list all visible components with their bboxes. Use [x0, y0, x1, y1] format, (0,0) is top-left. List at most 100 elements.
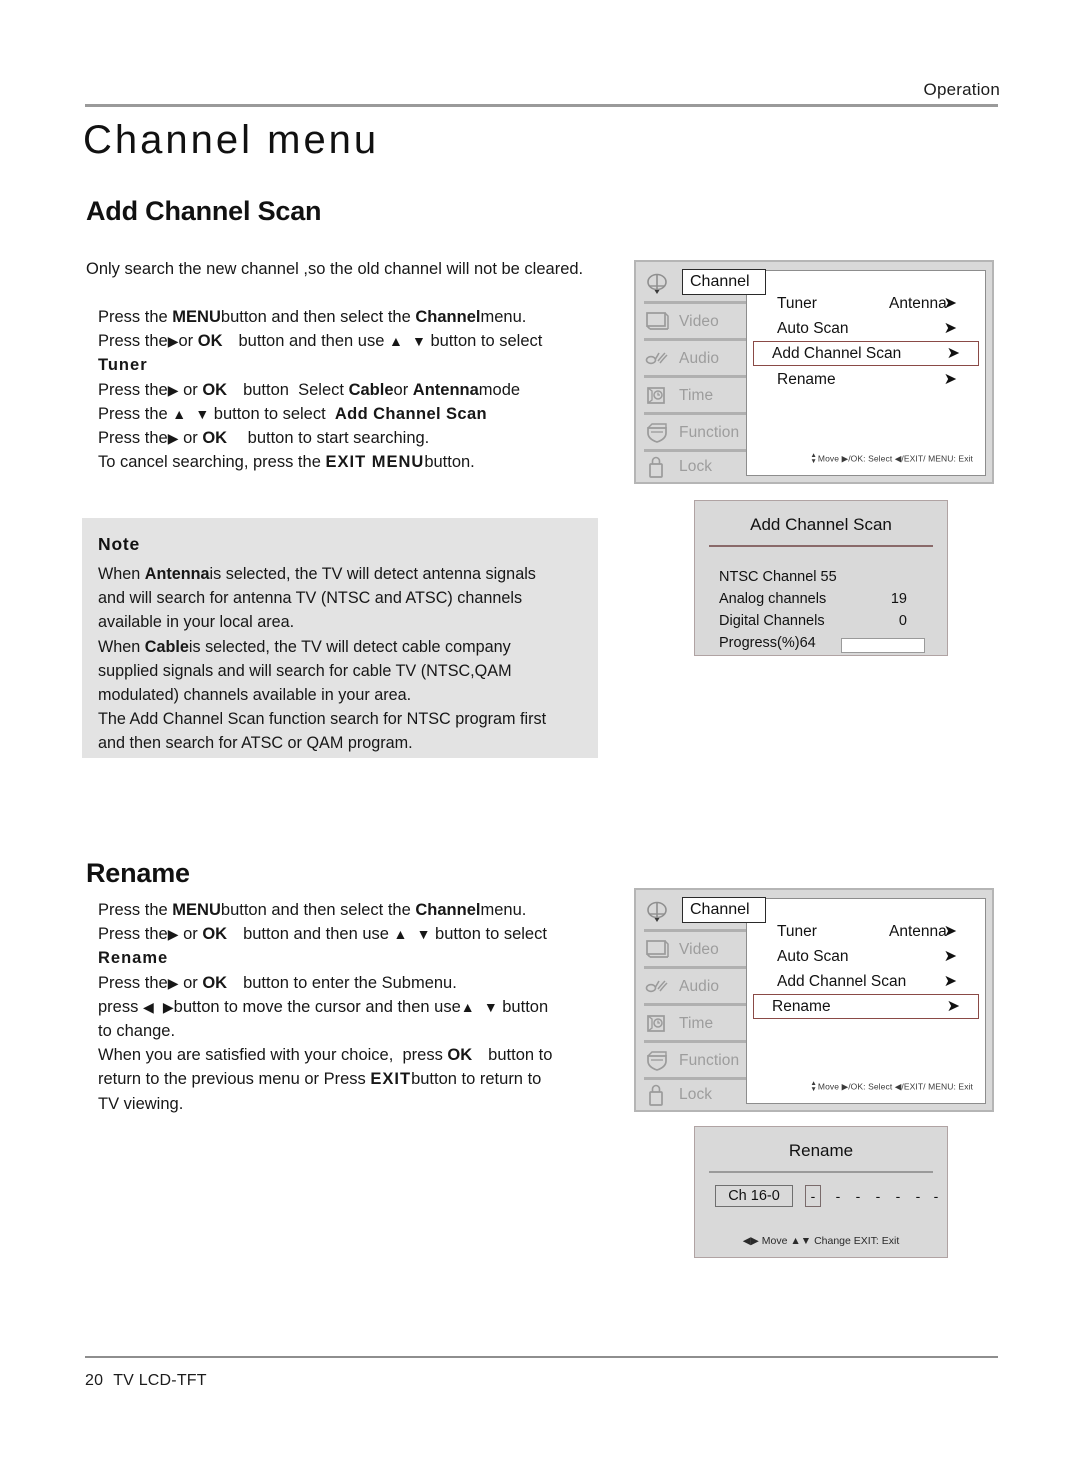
sidebar-item-time[interactable]: Time: [644, 379, 748, 412]
sidebar-item-function[interactable]: Function: [644, 1044, 748, 1077]
sidebar-item-audio[interactable]: Audio: [644, 342, 748, 375]
osd-row-value: Antenna: [889, 922, 947, 940]
monitor-icon: [644, 938, 670, 962]
page-title: Channel menu: [83, 118, 380, 162]
sidebar-label-time: Time: [679, 386, 714, 404]
chevron-right-icon: ➤: [943, 947, 957, 965]
step-line: Press the MENUbutton and then select the…: [98, 901, 527, 919]
rename-steps: Press the MENUbutton and then select the…: [98, 898, 628, 1116]
sidebar-label-function: Function: [679, 423, 740, 441]
sidebar-item-video[interactable]: Video: [644, 305, 748, 338]
function-box-icon: [644, 421, 670, 445]
key-exit-menu: EXIT MENU: [325, 453, 425, 472]
progress-label: Progress(%)64: [719, 635, 816, 651]
rename-char-slot[interactable]: -: [929, 1185, 943, 1207]
sidebar-divider: [644, 966, 746, 969]
osd-menu-screenshot-rename: Video Audio Time Function Lock Channel T…: [634, 888, 994, 1112]
manual-page: Operation Channel menu Add Channel Scan …: [0, 0, 1080, 1464]
chevron-right-icon: ➤: [946, 997, 960, 1015]
step-line: Press the▶ or OK button to start searchi…: [98, 429, 430, 448]
running-header-label: Operation: [923, 80, 1000, 99]
model-name: TV LCD-TFT: [113, 1372, 207, 1389]
sidebar-item-time[interactable]: Time: [644, 1007, 748, 1040]
sidebar-label-channel: Channel: [690, 273, 750, 290]
rename-char-slot[interactable]: -: [911, 1185, 925, 1207]
sidebar-item-video[interactable]: Video: [644, 933, 748, 966]
dialog-row-ntsc-channel: NTSC Channel 55: [719, 569, 929, 591]
rename-char-slot[interactable]: -: [871, 1185, 885, 1207]
osd-row-tuner[interactable]: Tuner Antenna ➤: [759, 919, 975, 944]
mode-cable: Cable: [348, 380, 394, 399]
monitor-icon: [644, 310, 670, 334]
rename-char-slot[interactable]: -: [891, 1185, 905, 1207]
osd-content-pane: Tuner Antenna ➤ Auto Scan ➤ Add Channel …: [746, 270, 986, 476]
sidebar-item-audio[interactable]: Audio: [644, 970, 748, 1003]
sidebar-divider: [644, 412, 746, 415]
osd-row-auto-scan[interactable]: Auto Scan ➤: [759, 944, 975, 969]
mode-antenna: Antenna: [412, 380, 479, 399]
key-ok: OK: [202, 429, 228, 448]
osd-row-rename-selected[interactable]: Rename ➤: [753, 994, 979, 1019]
rename-char-cursor[interactable]: -: [805, 1185, 821, 1207]
footer-divider: [85, 1356, 998, 1358]
sidebar-item-channel-label-box[interactable]: Channel: [682, 269, 766, 295]
page-footer: 20 TV LCD-TFT: [85, 1372, 207, 1390]
sidebar-divider: [644, 375, 746, 378]
osd-row-label: Auto Scan: [777, 947, 849, 965]
note-line: and will search for antenna TV (NTSC and…: [98, 589, 523, 608]
chevron-right-icon: ➤: [943, 972, 957, 990]
dialog-title: Add Channel Scan: [750, 515, 892, 534]
function-box-icon: [644, 1049, 670, 1073]
note-line: The Add Channel Scan function search for…: [98, 710, 547, 729]
step-line: return to the previous menu or Press EXI…: [98, 1070, 542, 1089]
music-note-icon: [644, 975, 670, 999]
key-menu: MENU: [172, 901, 221, 919]
satellite-dish-icon: [644, 273, 670, 297]
step-line: Press the▶or OK button and then use ▲ ▼ b…: [98, 332, 543, 351]
sidebar-item-channel-label-box[interactable]: Channel: [682, 897, 766, 923]
sidebar-item-lock[interactable]: Lock: [644, 450, 748, 483]
osd-row-label: Auto Scan: [777, 319, 849, 337]
step-line: TV viewing.: [98, 1094, 184, 1113]
label-add-channel-scan: Add Channel Scan: [334, 404, 488, 423]
dialog-title-divider: [709, 1171, 933, 1173]
step-line: press ◀ ▶button to move the cursor and t…: [98, 997, 549, 1016]
osd-row-label: Add Channel Scan: [772, 344, 902, 362]
sidebar-divider: [644, 1040, 746, 1043]
sidebar-item-function[interactable]: Function: [644, 416, 748, 449]
rename-dialog-hint: ◀▶ Move ▲▼ Change EXIT: Exit: [742, 1235, 900, 1247]
chevron-right-icon: ➤: [943, 370, 957, 388]
channel-name-field[interactable]: Ch 16-0: [715, 1185, 793, 1207]
term-cable: Cable: [144, 637, 189, 656]
rename-char-slot[interactable]: -: [851, 1185, 865, 1207]
osd-row-add-channel-scan-selected[interactable]: Add Channel Scan ➤: [753, 341, 979, 366]
osd-row-rename[interactable]: Rename ➤: [759, 367, 975, 392]
section-heading-rename: Rename: [86, 858, 190, 888]
osd-hint-bar: ▲ ▼Move ▶/OK: Select ◀/EXIT/ MENU: Exit: [747, 452, 973, 465]
key-ok: OK: [197, 332, 223, 351]
sidebar-item-lock[interactable]: Lock: [644, 1078, 748, 1111]
add-channel-scan-dialog: Add Channel Scan NTSC Channel 55 Analog …: [694, 500, 948, 656]
dialog-row-key: Digital Channels: [719, 613, 825, 629]
osd-sidebar: Video Audio Time Function Lock: [636, 262, 752, 482]
osd-row-add-channel-scan[interactable]: Add Channel Scan ➤: [759, 969, 975, 994]
sidebar-label-lock: Lock: [679, 1085, 713, 1103]
note-box: Note When Antennais selected, the TV wil…: [82, 518, 598, 758]
sidebar-divider: [644, 338, 746, 341]
rename-char-slot[interactable]: -: [831, 1185, 845, 1207]
add-scan-steps: Press the MENUbutton and then select the…: [98, 305, 628, 474]
osd-row-label: Tuner: [777, 922, 817, 940]
note-line: available in your local area.: [98, 613, 295, 632]
label-rename: Rename: [98, 949, 169, 968]
osd-row-tuner[interactable]: Tuner Antenna ➤: [759, 291, 975, 316]
rename-dialog: Rename Ch 16-0 - - - - - - - ◀▶ Move ▲▼ …: [694, 1126, 948, 1258]
padlock-icon: [644, 1083, 670, 1107]
osd-row-auto-scan[interactable]: Auto Scan ➤: [759, 316, 975, 341]
key-ok: OK: [202, 380, 228, 399]
note-line: When Antennais selected, the TV will det…: [98, 565, 536, 583]
up-down-arrows-icon: ▲ ▼: [810, 452, 817, 465]
note-line: and then search for ATSC or QAM program.: [98, 734, 413, 753]
osd-hint-bar: ▲ ▼Move ▶/OK: Select ◀/EXIT/ MENU: Exit: [747, 1080, 973, 1093]
osd-hint-text: Move ▶/OK: Select ◀/EXIT/ MENU: Exit: [817, 453, 973, 464]
osd-sidebar: Video Audio Time Function Lock: [636, 890, 752, 1110]
